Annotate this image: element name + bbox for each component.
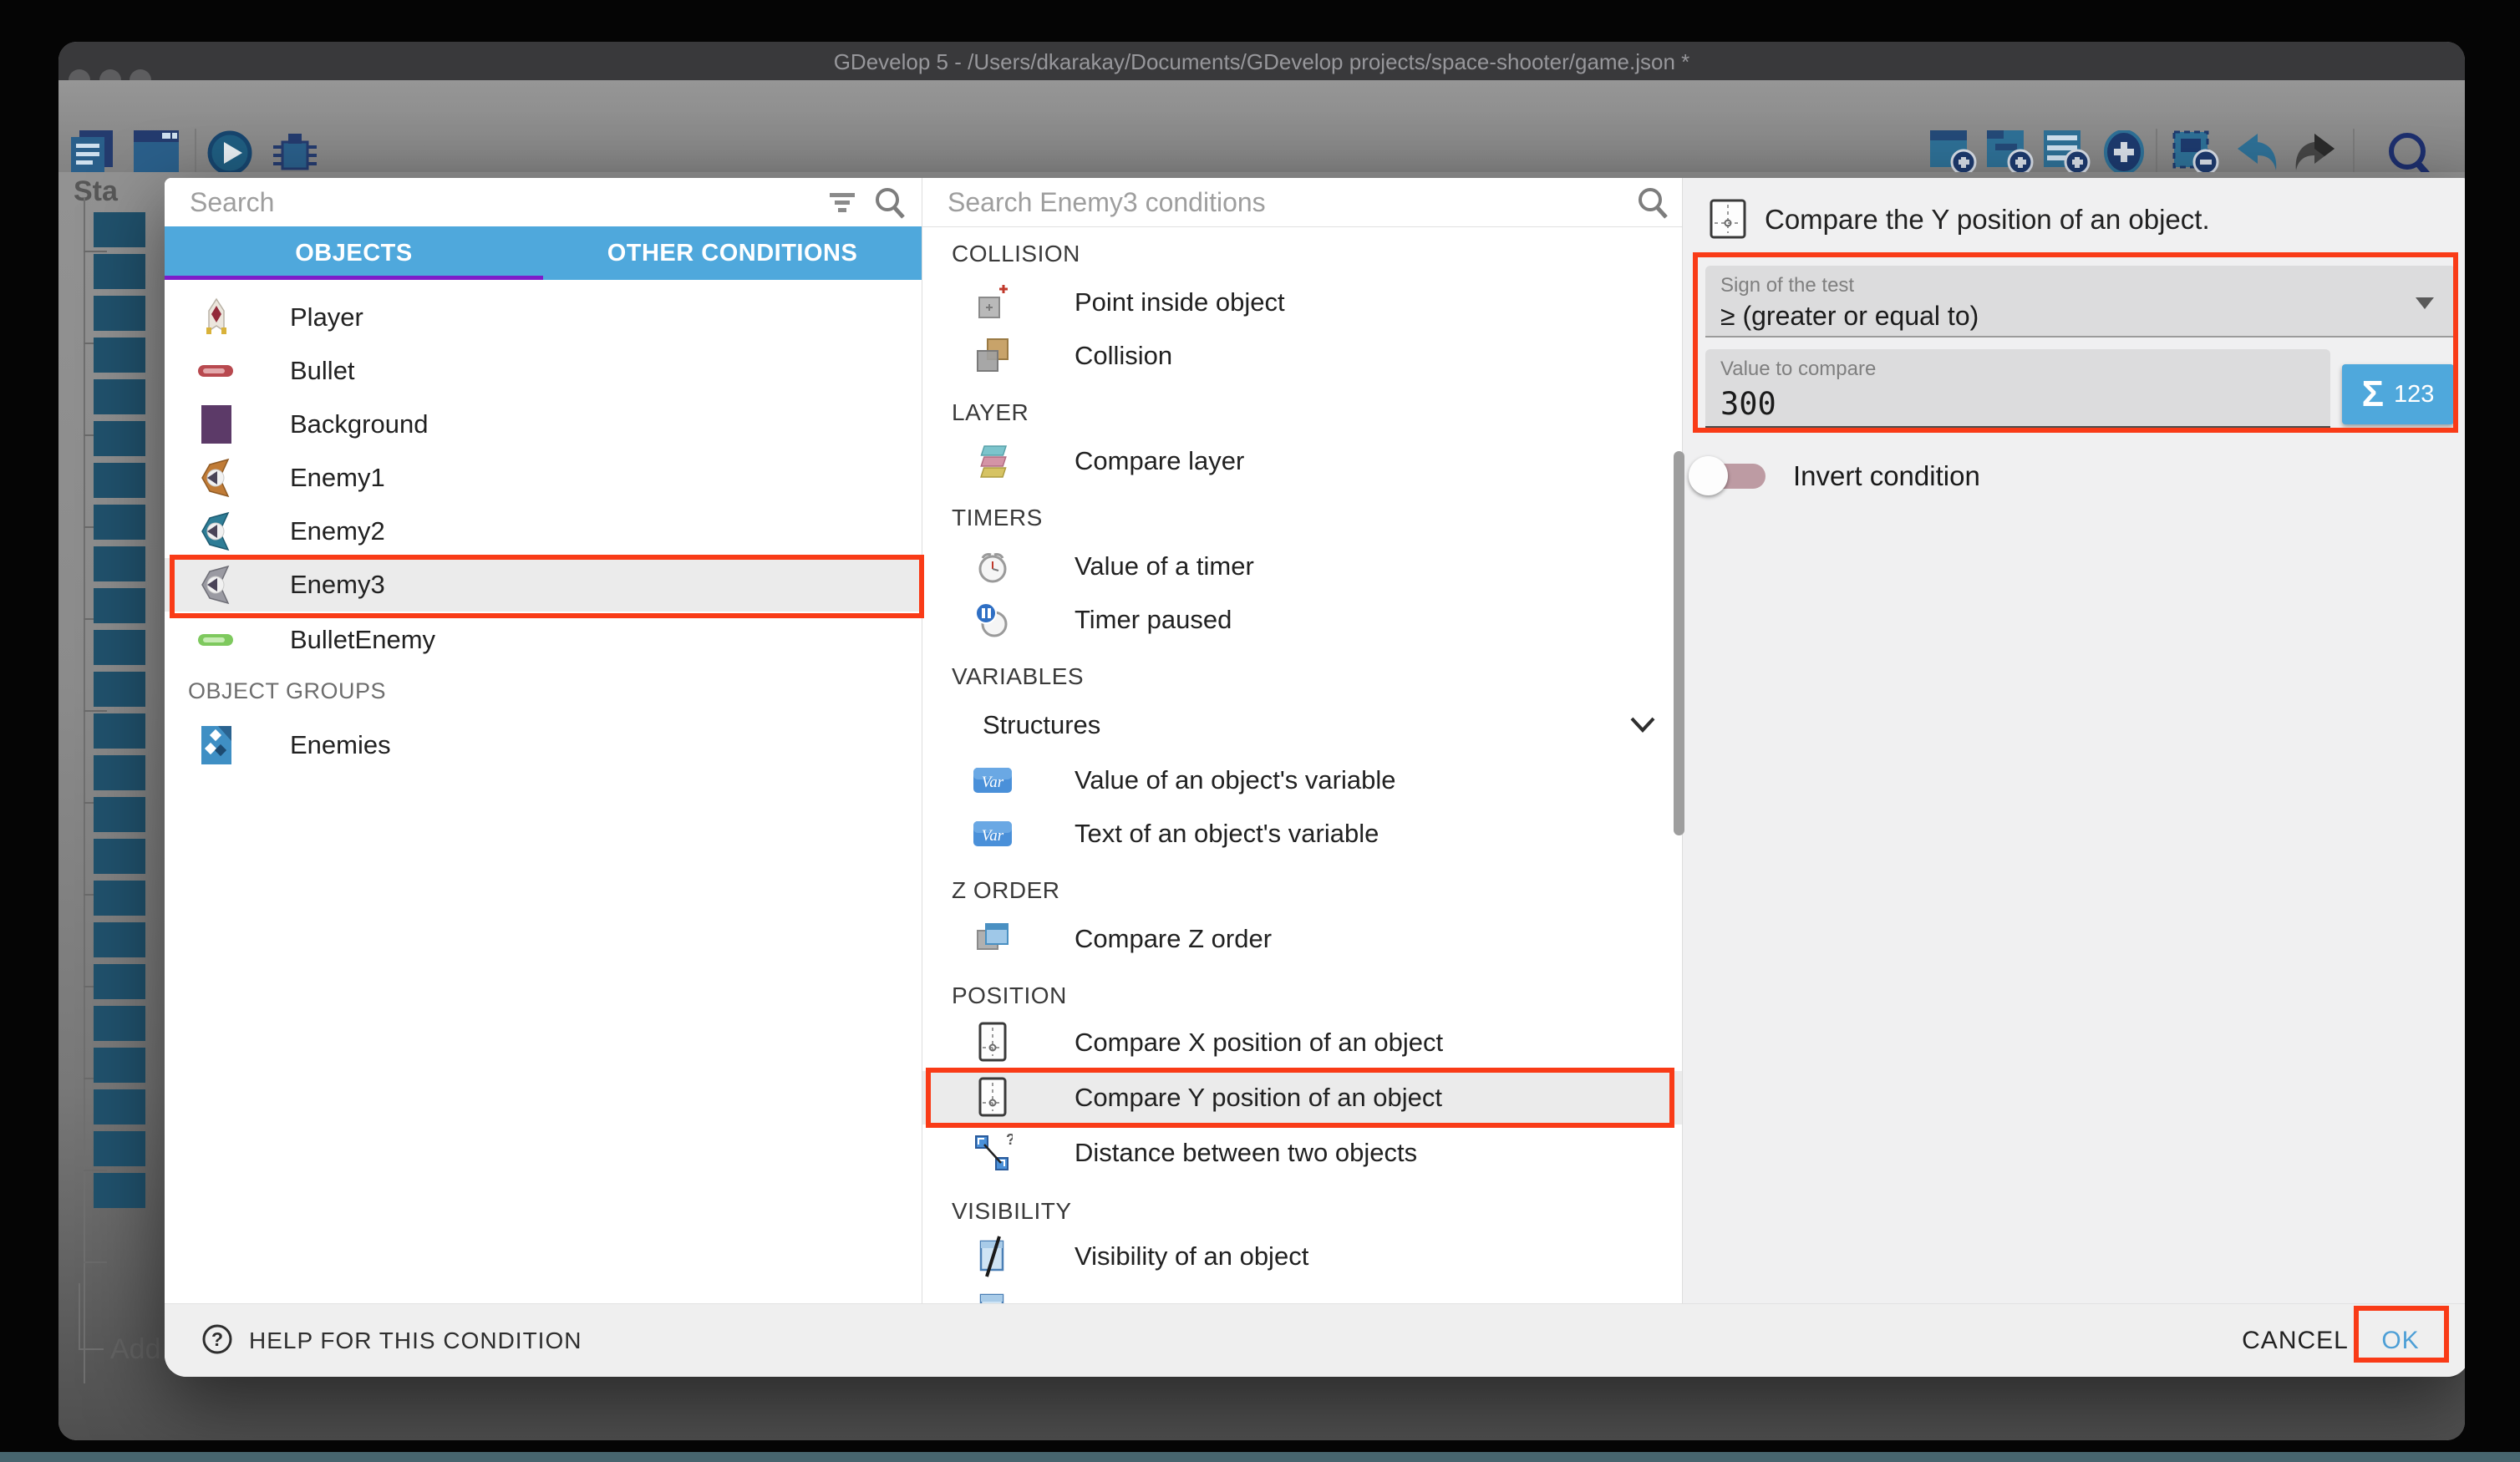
filter-icon[interactable] (826, 190, 860, 221)
object-row-player[interactable]: Player (165, 291, 922, 344)
condition-var-value[interactable]: Var Value of an object's variable (922, 754, 1683, 807)
window-title: GDevelop 5 - /Users/dkarakay/Documents/G… (58, 42, 2465, 80)
compare-position-icon (971, 1023, 1014, 1063)
active-tab-underline (165, 276, 543, 280)
svg-text:?: ? (211, 1328, 223, 1350)
toolbar-divider (2156, 129, 2157, 172)
svg-text:Var: Var (982, 827, 1004, 845)
object-groups-header: OBJECT GROUPS (188, 678, 386, 704)
condition-timer-paused[interactable]: Timer paused (922, 593, 1683, 647)
desktop-bottom-strip (0, 1452, 2520, 1462)
event-condition-bar (94, 212, 145, 247)
enemy2-ship-icon (191, 510, 241, 553)
collision-icon (971, 336, 1014, 376)
condition-compare-y-selected[interactable]: Compare Y position of an object (922, 1071, 1683, 1124)
var-icon: Var (971, 760, 1014, 800)
chevron-down-icon (1628, 713, 1657, 739)
tab-objects[interactable]: OBJECTS (165, 226, 543, 280)
value-to-compare-input[interactable]: Value to compare 300 (1705, 349, 2330, 429)
search-icon (871, 185, 908, 226)
background-icon (191, 403, 241, 446)
svg-text:Var: Var (982, 774, 1004, 791)
layers-icon (971, 441, 1014, 481)
events-sheet-truncated-label: Sta (74, 175, 118, 208)
condition-structures-group[interactable]: Structures (922, 698, 1683, 752)
compare-position-icon (1708, 198, 1750, 246)
dropdown-caret-icon (2416, 297, 2434, 309)
condition-partial-row[interactable] (922, 1283, 1683, 1303)
object-row-enemy2[interactable]: Enemy2 (165, 505, 922, 558)
section-visibility: VISIBILITY (952, 1195, 1072, 1228)
enemies-group-icon (191, 723, 241, 767)
tree-connector (79, 1283, 104, 1350)
tab-other-conditions[interactable]: OTHER CONDITIONS (543, 226, 922, 280)
help-link[interactable]: ? HELP FOR THIS CONDITION (201, 1304, 582, 1377)
object-search-input[interactable] (188, 181, 721, 223)
condition-collision[interactable]: Collision (922, 329, 1683, 383)
main-toolbar (58, 80, 2465, 172)
condition-var-text[interactable]: Var Text of an object's variable (922, 807, 1683, 860)
gdevelop-window: GDevelop 5 - /Users/dkarakay/Documents/G… (58, 42, 2465, 1440)
object-row-enemies-group[interactable]: Enemies (165, 718, 922, 772)
toolbar-divider (2353, 129, 2355, 172)
object-row-enemy3-selected[interactable]: Enemy3 (165, 558, 922, 612)
condition-title: Compare the Y position of an object. (1765, 198, 2210, 241)
help-icon: ? (201, 1322, 234, 1360)
objects-panel: OBJECTS OTHER CONDITIONS Player Bullet (165, 178, 922, 1303)
sign-of-test-select[interactable]: Sign of the test ≥ (greater or equal to) (1705, 266, 2456, 338)
dialog-footer: ? HELP FOR THIS CONDITION CANCEL OK (165, 1303, 2465, 1377)
condition-distance[interactable]: ? Distance between two objects (922, 1126, 1683, 1180)
object-row-bulletenemy[interactable]: BulletEnemy (165, 613, 922, 667)
invert-condition-toggle-knob[interactable] (1689, 456, 1728, 495)
ok-button[interactable]: OK (2354, 1304, 2447, 1377)
enemy1-ship-icon (191, 456, 241, 500)
timer-paused-icon (971, 600, 1014, 640)
condition-editor-panel: Compare the Y position of an object. Sig… (1682, 178, 2465, 1303)
events-tree-line (84, 197, 85, 1383)
section-timers: TIMERS (952, 501, 1043, 535)
expression-builder-button[interactable]: Σ 123 (2342, 364, 2454, 424)
condition-search-input[interactable] (946, 181, 1481, 223)
object-row-background[interactable]: Background (165, 398, 922, 451)
condition-timer-value[interactable]: Value of a timer (922, 540, 1683, 593)
bullet-icon (191, 349, 241, 393)
desktop: GDevelop 5 - /Users/dkarakay/Documents/G… (0, 0, 2520, 1462)
condition-editor-dialog: OBJECTS OTHER CONDITIONS Player Bullet (165, 178, 2465, 1377)
var-icon: Var (971, 814, 1014, 854)
search-icon (1634, 185, 1671, 226)
window-icon (971, 1290, 1014, 1303)
object-search-row (165, 178, 922, 227)
object-row-bullet[interactable]: Bullet (165, 344, 922, 398)
condition-compare-layer[interactable]: Compare layer (922, 434, 1683, 488)
point-inside-icon (971, 282, 1014, 322)
condition-compare-x[interactable]: Compare X position of an object (922, 1016, 1683, 1069)
player-ship-icon (191, 296, 241, 339)
section-variables: VARIABLES (952, 660, 1084, 693)
tab-bar: OBJECTS OTHER CONDITIONS (165, 226, 922, 280)
condition-point-inside[interactable]: Point inside object (922, 276, 1683, 329)
section-position: POSITION (952, 979, 1067, 1013)
condition-compare-z[interactable]: Compare Z order (922, 912, 1683, 966)
toolbar-divider (195, 129, 196, 172)
window-titlebar: GDevelop 5 - /Users/dkarakay/Documents/G… (58, 42, 2465, 80)
timer-icon (971, 546, 1014, 586)
condition-search-row (922, 178, 1683, 227)
section-collision: COLLISION (952, 237, 1080, 271)
section-zorder: Z ORDER (952, 874, 1060, 907)
conditions-scrollbar[interactable] (1674, 451, 1684, 835)
z-order-icon (971, 919, 1014, 959)
object-row-enemy1[interactable]: Enemy1 (165, 451, 922, 505)
bullet-enemy-icon (191, 618, 241, 662)
enemy3-ship-icon (191, 563, 241, 607)
section-layer: LAYER (952, 396, 1029, 429)
compare-position-icon (971, 1078, 1014, 1118)
visibility-icon (971, 1236, 1014, 1277)
cancel-button[interactable]: CANCEL (2220, 1304, 2370, 1377)
svg-text:?: ? (1006, 1131, 1013, 1148)
distance-icon: ? (971, 1133, 1014, 1173)
condition-visibility[interactable]: Visibility of an object (922, 1230, 1683, 1283)
sigma-icon: Σ (2362, 373, 2384, 415)
conditions-panel: COLLISION Point inside object Collision … (922, 178, 1683, 1303)
